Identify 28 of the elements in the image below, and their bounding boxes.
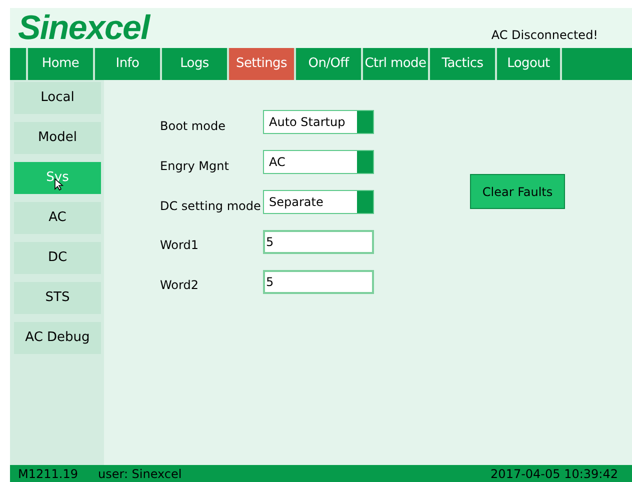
dropdown-toggle[interactable]: [357, 111, 373, 133]
field-label: DC setting mode: [160, 198, 262, 215]
sidebar-button[interactable]: DC: [14, 242, 101, 274]
user-text: user: Sinexcel: [98, 466, 182, 482]
field-label: Word2: [160, 277, 200, 294]
sidebar-button[interactable]: Local: [14, 82, 101, 114]
field-label: Word1: [160, 237, 200, 254]
logo: Sinexcel: [18, 11, 150, 45]
select-field[interactable]: AC: [263, 150, 374, 174]
clear-faults-button[interactable]: Clear Faults: [470, 174, 565, 209]
sidebar-button[interactable]: STS: [14, 282, 101, 314]
select-field[interactable]: Separate: [263, 190, 374, 214]
dropdown-toggle[interactable]: [357, 191, 373, 213]
sidebar-button[interactable]: AC Debug: [14, 322, 101, 354]
field-label: Engry Mgnt: [160, 158, 230, 175]
sidebar-button[interactable]: AC: [14, 202, 101, 234]
nav-tab[interactable]: Logout: [495, 48, 562, 80]
field-label: Boot mode: [160, 118, 226, 135]
select-field[interactable]: Auto Startup: [263, 110, 374, 134]
connection-status: AC Disconnected!: [491, 27, 598, 44]
nav-tab[interactable]: Settings: [227, 48, 294, 80]
datetime-text: 2017-04-05 10:39:42: [490, 466, 618, 482]
nav-tab[interactable]: Ctrl mode: [361, 48, 428, 80]
version-text: M1211.19: [18, 466, 78, 482]
input-field[interactable]: 5: [263, 270, 374, 294]
sidebar-button[interactable]: Model: [14, 122, 101, 154]
input-field[interactable]: 5: [263, 230, 374, 254]
dropdown-toggle[interactable]: [357, 151, 373, 173]
